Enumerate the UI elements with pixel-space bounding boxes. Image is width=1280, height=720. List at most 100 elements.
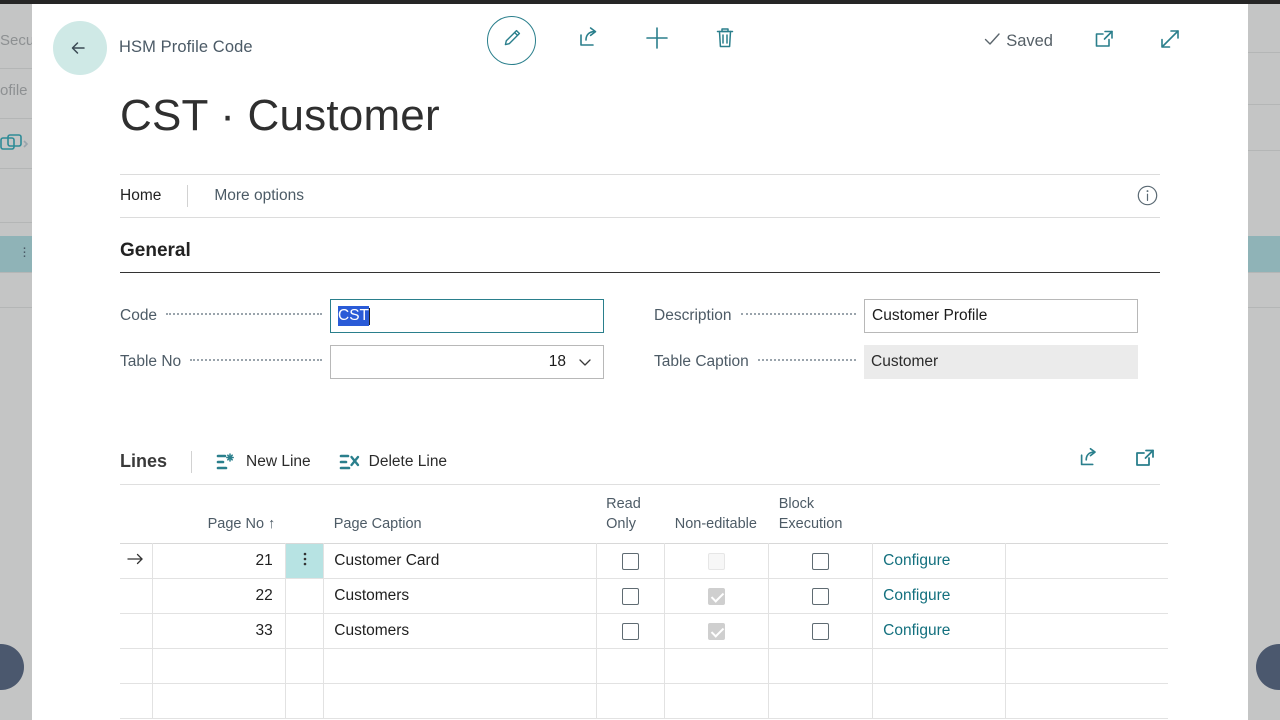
col-read-only[interactable]: Read Only	[596, 485, 665, 544]
code-input[interactable]: CST	[330, 299, 604, 333]
col-tail	[1006, 485, 1168, 544]
field-code: Code CST	[120, 293, 604, 339]
table-row[interactable]: 21 Customer Card Configure	[120, 544, 1168, 579]
window-top-strip	[0, 0, 1280, 4]
lines-title: Lines	[120, 451, 167, 472]
lines-separator	[191, 451, 192, 473]
cell-page-caption[interactable]	[324, 684, 596, 719]
cell-page-caption[interactable]	[324, 649, 596, 684]
field-table-no: Table No 18	[120, 339, 604, 385]
lines-open-full-button[interactable]	[1130, 445, 1160, 475]
configure-link[interactable]: Configure	[883, 622, 950, 639]
block-execution-cell[interactable]	[769, 544, 873, 579]
block-execution-cell	[769, 649, 873, 684]
configure-link[interactable]: Configure	[883, 552, 950, 569]
row-indicator-cell	[120, 614, 152, 649]
cell-configure[interactable]: Configure	[873, 544, 1006, 579]
non-editable-cell[interactable]	[665, 544, 769, 579]
read-only-checkbox[interactable]	[622, 588, 639, 605]
plus-icon	[643, 24, 671, 57]
info-circle-icon[interactable]	[1136, 184, 1160, 208]
row-menu-cell[interactable]	[285, 579, 323, 614]
cell-configure[interactable]: Configure	[873, 614, 1006, 649]
pencil-icon	[501, 27, 523, 54]
block-execution-checkbox[interactable]	[812, 553, 829, 570]
share-button[interactable]	[574, 26, 604, 56]
kebab-menu-icon[interactable]	[303, 554, 307, 571]
non-editable-cell[interactable]	[665, 614, 769, 649]
command-actions	[487, 16, 740, 65]
back-button[interactable]	[53, 21, 107, 75]
col-non-editable[interactable]: Non-editable	[665, 485, 769, 544]
block-execution-checkbox[interactable]	[812, 623, 829, 640]
delete-button[interactable]	[710, 26, 740, 56]
col-block-execution[interactable]: Block Execution	[769, 485, 873, 544]
delete-line-button[interactable]: Delete Line	[339, 452, 447, 472]
table-row[interactable]	[120, 649, 1168, 684]
new-line-button[interactable]: New Line	[216, 452, 311, 472]
non-editable-checkbox	[708, 623, 725, 640]
read-only-checkbox[interactable]	[622, 623, 639, 640]
share-icon	[576, 25, 602, 56]
lines-grid: Page No ↑ Page Caption Read Only Non-edi…	[120, 485, 1160, 719]
block-execution-cell[interactable]	[769, 579, 873, 614]
cell-page-caption[interactable]: Customer Card	[324, 544, 596, 579]
row-menu-cell[interactable]	[285, 684, 323, 719]
tab-bar: Home More options	[120, 174, 1160, 218]
read-only-cell[interactable]	[596, 614, 665, 649]
col-page-no-label: Page No	[208, 516, 264, 532]
configure-link[interactable]: Configure	[883, 587, 950, 604]
description-input[interactable]: Customer Profile	[864, 299, 1138, 333]
read-only-cell[interactable]	[596, 579, 665, 614]
col-arrow	[120, 485, 152, 544]
tab-home[interactable]: Home	[120, 187, 177, 205]
row-indicator-cell	[120, 684, 152, 719]
col-kebab	[285, 485, 323, 544]
col-page-caption[interactable]: Page Caption	[324, 485, 596, 544]
check-icon	[982, 29, 1002, 54]
cell-configure[interactable]: Configure	[873, 579, 1006, 614]
cell-page-no[interactable]: 22	[152, 579, 285, 614]
read-only-cell[interactable]	[596, 544, 665, 579]
cell-page-no[interactable]: 33	[152, 614, 285, 649]
lines-table-header: Page No ↑ Page Caption Read Only Non-edi…	[120, 485, 1168, 544]
edit-button[interactable]	[487, 16, 536, 65]
cell-page-no[interactable]: 21	[152, 544, 285, 579]
delete-line-label: Delete Line	[369, 453, 447, 471]
cell-tail	[1006, 649, 1168, 684]
table-no-value: 18	[549, 353, 566, 371]
leader-dots	[190, 359, 322, 361]
field-table-caption: Table Caption Customer	[654, 339, 1138, 385]
general-fields: Code CST Table No 18	[120, 273, 1160, 385]
table-row[interactable]: 33 Customers Configure	[120, 614, 1168, 649]
row-menu-cell[interactable]	[285, 614, 323, 649]
cell-page-caption[interactable]: Customers	[324, 614, 596, 649]
table-row[interactable]: 22 Customers Configure	[120, 579, 1168, 614]
read-only-checkbox[interactable]	[622, 553, 639, 570]
fullscreen-button[interactable]	[1155, 26, 1185, 56]
general-right-column: Description Customer Profile Table Capti…	[654, 293, 1138, 385]
tab-more-options[interactable]: More options	[214, 187, 320, 205]
share-icon	[1077, 446, 1101, 475]
breadcrumb[interactable]: HSM Profile Code	[119, 38, 253, 57]
table-no-dropdown[interactable]: 18	[330, 345, 604, 379]
block-execution-cell[interactable]	[769, 614, 873, 649]
col-page-no[interactable]: Page No ↑	[152, 485, 285, 544]
tab-separator	[187, 185, 188, 207]
non-editable-cell	[665, 684, 769, 719]
non-editable-cell[interactable]	[665, 579, 769, 614]
row-menu-cell[interactable]	[285, 649, 323, 684]
table-row[interactable]	[120, 684, 1168, 719]
back-arrow-icon	[67, 35, 93, 61]
row-menu-cell[interactable]	[285, 544, 323, 579]
hsm-profile-code-card: HSM Profile Code	[32, 4, 1248, 720]
block-execution-checkbox[interactable]	[812, 588, 829, 605]
open-in-new-window-icon	[1133, 446, 1157, 475]
cell-page-no[interactable]	[152, 649, 285, 684]
chevron-down-icon[interactable]	[577, 354, 593, 370]
cell-page-caption[interactable]: Customers	[324, 579, 596, 614]
cell-page-no[interactable]	[152, 684, 285, 719]
new-button[interactable]	[642, 26, 672, 56]
lines-share-button[interactable]	[1074, 445, 1104, 475]
open-in-new-window-button[interactable]	[1089, 26, 1119, 56]
